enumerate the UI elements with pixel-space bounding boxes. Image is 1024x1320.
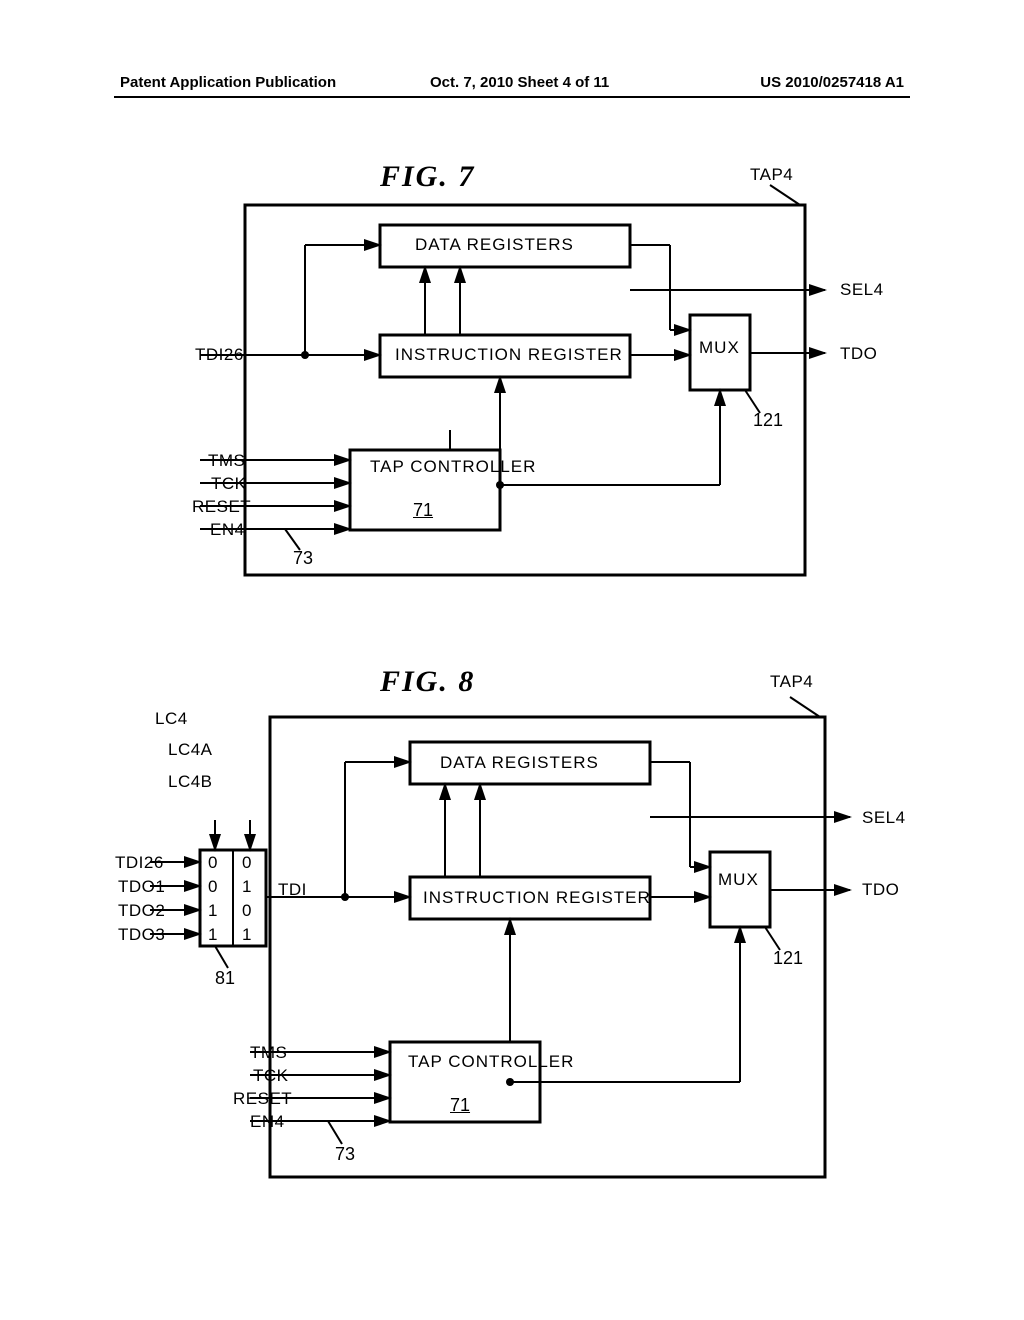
fig8-instruction-register: INSTRUCTION REGISTER (423, 888, 651, 908)
fig7-tdi26: TDI26 (195, 345, 244, 365)
fig7-tap-controller: TAP CONTROLLER (370, 457, 536, 476)
fig7-ref73: 73 (293, 548, 313, 569)
fig8-row2-sig: TDO2 (118, 901, 165, 921)
header-rule (114, 96, 910, 98)
fig8-data-registers: DATA REGISTERS (440, 753, 599, 773)
fig8-lc4a: LC4A (168, 740, 213, 760)
fig8-row1-b1: 0 (208, 877, 218, 897)
fig8-row3-b1: 1 (208, 925, 218, 945)
fig7-ref121: 121 (753, 410, 783, 431)
fig8-ref81: 81 (215, 968, 235, 989)
fig8-lc4b: LC4B (168, 772, 213, 792)
fig7-sel4: SEL4 (840, 280, 884, 300)
fig8-sel4: SEL4 (862, 808, 906, 828)
fig8-row0-b0: 0 (242, 853, 252, 873)
fig8-tck: TCK (253, 1066, 289, 1086)
fig8-reset: RESET (233, 1089, 292, 1109)
fig8-row1-sig: TDO1 (118, 877, 165, 897)
fig7-tms: TMS (208, 451, 245, 471)
fig8-tap-controller: TAP CONTROLLER (408, 1052, 574, 1071)
fig7-tap-controller-ref: 71 (413, 500, 433, 521)
fig8-tap-controller-ref: 71 (450, 1095, 470, 1116)
fig7-mux: MUX (699, 338, 740, 358)
fig8-tdi-label: TDI (278, 880, 307, 900)
page: Patent Application Publication Oct. 7, 2… (0, 0, 1024, 1320)
fig8-row1-b0: 1 (242, 877, 252, 897)
fig8-tdo: TDO (862, 880, 899, 900)
fig7-module-label: TAP4 (750, 165, 793, 185)
fig8-row0-b1: 0 (208, 853, 218, 873)
fig8-row2-b0: 0 (242, 901, 252, 921)
fig8-row0-sig: TDI26 (115, 853, 164, 873)
fig8-mux: MUX (718, 870, 759, 890)
fig8-row3-sig: TDO3 (118, 925, 165, 945)
header-left: Patent Application Publication (120, 74, 336, 91)
fig8-en4: EN4 (250, 1112, 285, 1132)
fig8-ref121: 121 (773, 948, 803, 969)
fig8-module-label: TAP4 (770, 672, 813, 692)
fig7-en4: EN4 (210, 520, 245, 540)
fig8-row2-b1: 1 (208, 901, 218, 921)
fig8-lc4: LC4 (155, 709, 188, 729)
fig7-instruction-register: INSTRUCTION REGISTER (395, 345, 623, 365)
header-center: Oct. 7, 2010 Sheet 4 of 11 (430, 74, 609, 91)
header-right: US 2010/0257418 A1 (760, 74, 904, 91)
fig7-tck: TCK (211, 474, 247, 494)
fig7-reset: RESET (192, 497, 251, 517)
fig7-tdo: TDO (840, 344, 877, 364)
fig8-tms: TMS (250, 1043, 287, 1063)
fig7-data-registers: DATA REGISTERS (415, 235, 574, 255)
fig8-ref73: 73 (335, 1144, 355, 1165)
fig8-row3-b0: 1 (242, 925, 252, 945)
